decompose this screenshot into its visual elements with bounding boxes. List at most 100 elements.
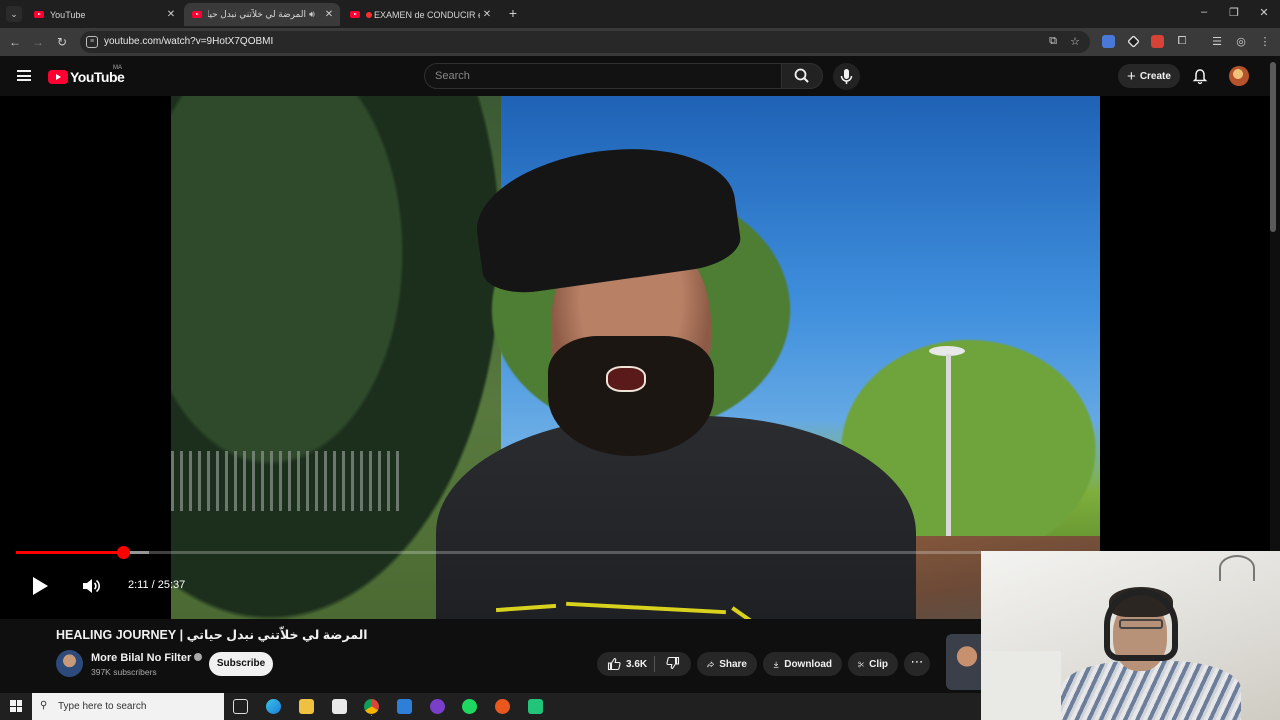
played-bar xyxy=(16,551,123,554)
chrome-icon[interactable] xyxy=(364,699,379,714)
taskbar-search-box[interactable]: ⚲ Type here to search xyxy=(32,693,224,720)
windows-taskbar: ⚲ Type here to search xyxy=(0,693,981,720)
file-explorer-icon[interactable] xyxy=(299,699,314,714)
subscriber-count: 397K subscribers xyxy=(91,667,157,677)
create-button[interactable]: + Create xyxy=(1118,64,1180,88)
browser-tab-strip: ⌄ YouTube ✕ المرضة لي خلاّتني نبدل حياتي… xyxy=(0,0,1280,28)
channel-avatar[interactable] xyxy=(56,650,83,677)
clip-label: Clip xyxy=(869,658,888,670)
browser-tab-youtube[interactable]: YouTube ✕ xyxy=(26,3,182,26)
create-label: Create xyxy=(1139,70,1171,82)
browser-tab-current-video[interactable]: المرضة لي خلاّتني نبدل حياتي 🔊︎ ✕ xyxy=(184,3,340,26)
app-icon[interactable] xyxy=(528,699,543,714)
play-button[interactable] xyxy=(30,575,50,597)
minimize-icon[interactable]: – xyxy=(1197,6,1211,18)
task-view-icon[interactable] xyxy=(233,699,248,714)
new-tab-button[interactable]: + xyxy=(505,5,521,21)
browser-menu-icon[interactable]: ⋮ xyxy=(1258,35,1272,48)
share-label: Share xyxy=(719,658,747,670)
extensions-puzzle-icon[interactable]: ⧠ xyxy=(1175,35,1189,48)
recorder-icon[interactable] xyxy=(495,699,510,714)
like-divider xyxy=(654,656,656,672)
logo-wordmark: YouTube xyxy=(70,69,125,85)
guide-menu-icon[interactable] xyxy=(17,70,31,81)
install-app-icon[interactable]: ⧉ xyxy=(1046,35,1060,48)
download-button[interactable]: Download xyxy=(763,652,842,676)
reload-icon[interactable]: ↻ xyxy=(55,35,69,49)
diamond-extension-icon[interactable] xyxy=(1127,35,1140,48)
play-icon xyxy=(33,577,48,595)
store-icon[interactable] xyxy=(332,699,347,714)
like-count: 3.6K xyxy=(626,658,648,670)
edge-icon[interactable] xyxy=(266,699,281,714)
close-window-icon[interactable]: ✕ xyxy=(1257,6,1271,19)
red-extension-icon[interactable] xyxy=(1151,35,1164,48)
recording-dot-icon xyxy=(366,11,372,18)
tab-title: EXAMEN de CONDUCIR en xyxy=(366,10,480,20)
plus-icon: + xyxy=(1127,67,1136,85)
page-scrollbar[interactable] xyxy=(1270,62,1276,232)
scissors-icon xyxy=(858,661,864,667)
dislike-button[interactable] xyxy=(666,656,680,673)
video-title: المرضة لي خلاّتني نبدل حياتي | HEALING J… xyxy=(56,628,368,642)
subscribe-button[interactable]: Subscribe xyxy=(209,652,273,676)
tab-close-icon[interactable]: ✕ xyxy=(322,9,336,20)
search-button[interactable] xyxy=(781,63,823,89)
url-text[interactable]: youtube.com/watch?v=9HotX7QOBMI xyxy=(104,36,273,47)
related-video-thumbnail[interactable] xyxy=(946,634,981,690)
tab-close-icon[interactable]: ✕ xyxy=(480,9,494,20)
download-label: Download xyxy=(784,658,832,670)
media-controls-icon[interactable]: ☰ xyxy=(1210,35,1224,48)
tab-audio-icon[interactable]: 🔊︎ xyxy=(306,9,318,20)
channel-name[interactable]: More Bilal No Filter xyxy=(91,652,203,664)
search-icon xyxy=(794,68,809,83)
more-dots-icon: ⋯ xyxy=(910,654,924,669)
video-player[interactable]: 2:11 / 25:37 xyxy=(0,96,1270,619)
restore-icon[interactable]: ❐ xyxy=(1227,6,1241,19)
taskbar-search-placeholder: Type here to search xyxy=(58,701,147,712)
browser-tab-examen[interactable]: EXAMEN de CONDUCIR en ✕ xyxy=(342,3,498,26)
forward-arrow-icon[interactable]: → xyxy=(31,35,45,49)
youtube-logo[interactable]: YouTube MA xyxy=(48,65,125,85)
verified-badge-icon xyxy=(194,653,203,661)
thumbs-down-icon xyxy=(666,656,680,669)
country-code: MA xyxy=(113,65,122,71)
clip-button[interactable]: Clip xyxy=(848,652,898,676)
site-info-icon[interactable]: ≡ xyxy=(86,36,98,48)
share-arrow-icon xyxy=(707,660,715,667)
tab-search-chevron-icon[interactable]: ⌄ xyxy=(6,6,22,22)
share-button[interactable]: Share xyxy=(697,652,757,676)
video-metadata: المرضة لي خلاّتني نبدل حياتي | HEALING J… xyxy=(0,619,981,693)
tab-close-icon[interactable]: ✕ xyxy=(164,9,178,20)
spotify-icon[interactable] xyxy=(462,699,477,714)
tab-title: المرضة لي خلاّتني نبدل حياتي xyxy=(208,9,306,19)
video-presenter xyxy=(436,133,916,619)
outlook-icon[interactable] xyxy=(397,699,412,714)
search-input[interactable] xyxy=(435,68,765,84)
time-display: 2:11 / 25:37 xyxy=(128,579,186,591)
like-dislike-group: 3.6K xyxy=(597,652,691,676)
like-button[interactable]: 3.6K xyxy=(607,657,647,671)
volume-button[interactable] xyxy=(81,577,101,595)
youtube-favicon-icon xyxy=(192,11,202,18)
more-actions-button[interactable]: ⋯ xyxy=(904,652,930,676)
webcam-overlay xyxy=(981,551,1280,720)
search-box xyxy=(424,63,782,89)
voice-search-button[interactable] xyxy=(833,63,860,90)
back-arrow-icon[interactable]: ← xyxy=(8,35,22,49)
windows-start-icon[interactable] xyxy=(10,700,22,712)
bookmark-star-icon[interactable]: ☆ xyxy=(1068,35,1082,48)
notifications-bell-icon[interactable] xyxy=(1192,68,1208,85)
messenger-icon[interactable] xyxy=(430,699,445,714)
scrubber-handle[interactable] xyxy=(116,546,130,559)
youtube-favicon-icon xyxy=(34,11,44,18)
address-bar[interactable]: ≡ youtube.com/watch?v=9HotX7QOBMI ⧉ ☆ xyxy=(80,31,1090,53)
microphone-icon xyxy=(840,69,853,84)
youtube-favicon-icon xyxy=(350,11,360,18)
youtube-header: YouTube MA + Create xyxy=(0,56,1280,96)
profile-icon[interactable]: ◎ xyxy=(1234,35,1248,48)
translate-extension-icon[interactable] xyxy=(1102,35,1115,48)
video-frame xyxy=(171,96,1100,619)
volume-icon xyxy=(83,579,100,593)
account-avatar[interactable] xyxy=(1229,66,1249,86)
